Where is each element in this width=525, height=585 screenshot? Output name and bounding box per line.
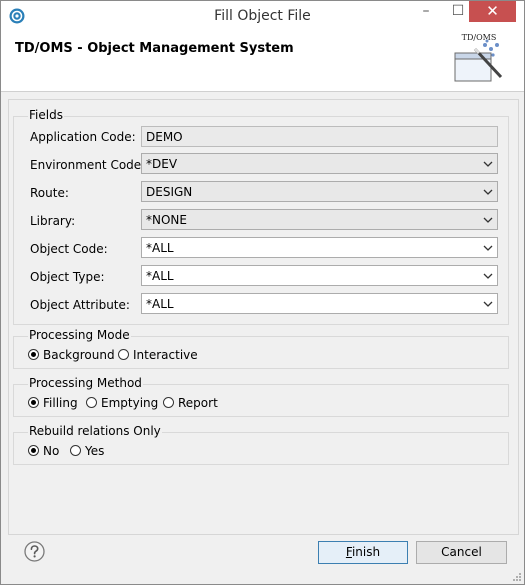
rebuild-relations-title: Rebuild relations Only xyxy=(28,424,162,438)
radio-indicator[interactable] xyxy=(28,349,39,360)
close-button[interactable]: ✕ xyxy=(469,1,516,22)
route-value: DESIGN xyxy=(146,185,193,199)
library-label: Library: xyxy=(30,214,76,228)
object-type-label: Object Type: xyxy=(30,270,105,284)
cancel-button[interactable]: Cancel xyxy=(416,541,507,564)
radio-indicator[interactable] xyxy=(163,397,174,408)
application-code-label: Application Code: xyxy=(30,130,136,144)
radio-interactive-label: Interactive xyxy=(133,348,198,362)
minimize-button[interactable]: – xyxy=(409,1,443,22)
environment-code-label: Environment Code: xyxy=(30,158,146,172)
radio-emptying-label: Emptying xyxy=(101,396,159,410)
chevron-down-icon xyxy=(483,189,493,195)
help-icon[interactable] xyxy=(24,541,45,562)
resize-grip-icon[interactable] xyxy=(512,572,522,582)
chevron-down-icon xyxy=(483,217,493,223)
object-attribute-combo[interactable]: *ALL xyxy=(141,293,498,314)
application-code-field: DEMO xyxy=(141,126,498,147)
wand-window-icon xyxy=(454,39,503,82)
library-value: *NONE xyxy=(146,213,187,227)
processing-method-title: Processing Method xyxy=(28,376,143,390)
object-type-combo[interactable]: *ALL xyxy=(141,265,498,286)
radio-indicator[interactable] xyxy=(70,445,81,456)
chevron-down-icon xyxy=(483,161,493,167)
radio-filling-label: Filling xyxy=(43,396,78,410)
object-attribute-label: Object Attribute: xyxy=(30,298,130,312)
dialog-window: Fill Object File – ☐ ✕ TD/OMS - Object M… xyxy=(0,0,525,585)
wizard-banner: TD/OMS - Object Management System TD/OMS xyxy=(1,31,524,92)
radio-background-label: Background xyxy=(43,348,115,362)
object-attribute-value: *ALL xyxy=(146,297,174,311)
banner-logo: TD/OMS xyxy=(451,33,507,85)
object-code-combo[interactable]: *ALL xyxy=(141,237,498,258)
application-code-value: DEMO xyxy=(146,130,183,144)
processing-mode-title: Processing Mode xyxy=(28,328,131,342)
environment-code-value: *DEV xyxy=(146,157,178,171)
environment-code-select[interactable]: *DEV xyxy=(141,153,498,174)
object-code-value: *ALL xyxy=(146,241,174,255)
banner-title: TD/OMS - Object Management System xyxy=(15,41,294,56)
route-select[interactable]: DESIGN xyxy=(141,181,498,202)
radio-yes-label: Yes xyxy=(85,444,105,458)
object-code-label: Object Code: xyxy=(30,242,108,256)
radio-indicator[interactable] xyxy=(118,349,129,360)
object-type-value: *ALL xyxy=(146,269,174,283)
radio-indicator[interactable] xyxy=(28,445,39,456)
radio-report-label: Report xyxy=(178,396,218,410)
finish-button[interactable]: Finish xyxy=(318,541,408,564)
title-bar[interactable]: Fill Object File – ☐ ✕ xyxy=(1,1,524,31)
radio-indicator[interactable] xyxy=(28,397,39,408)
chevron-down-icon[interactable] xyxy=(483,271,493,281)
fields-group-title: Fields xyxy=(28,108,64,122)
chevron-down-icon[interactable] xyxy=(483,243,493,253)
route-label: Route: xyxy=(30,186,69,200)
radio-indicator[interactable] xyxy=(86,397,97,408)
library-select[interactable]: *NONE xyxy=(141,209,498,230)
chevron-down-icon[interactable] xyxy=(483,299,493,309)
radio-no-label: No xyxy=(43,444,60,458)
